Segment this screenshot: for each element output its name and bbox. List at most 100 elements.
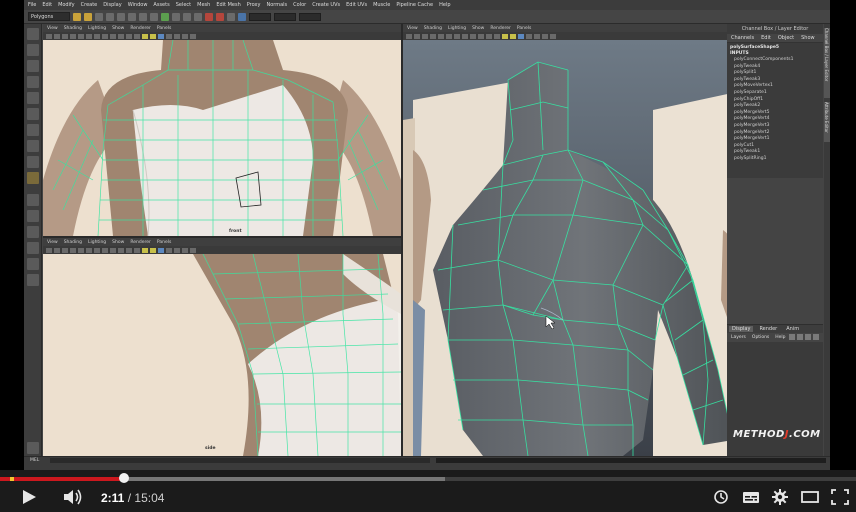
wireframe-icon[interactable] <box>494 33 500 39</box>
mask-icon[interactable] <box>150 12 158 21</box>
menu-normals[interactable]: Normals <box>266 2 287 8</box>
history-node[interactable]: polyTweak2 <box>730 103 820 110</box>
select-tool-icon[interactable] <box>27 28 39 40</box>
captions-icon[interactable] <box>742 488 760 506</box>
wireframe-on-shaded-icon[interactable] <box>510 33 516 39</box>
rotate-tool-icon[interactable] <box>27 92 39 104</box>
script-editor-icon[interactable] <box>27 442 39 454</box>
menu-edit[interactable]: Edit <box>42 2 52 8</box>
side-tab-attribute-editor[interactable]: Attribute Editor <box>824 102 830 142</box>
select-component-icon[interactable] <box>128 12 136 21</box>
menu-assets[interactable]: Assets <box>153 2 169 8</box>
isolate-icon[interactable] <box>190 247 196 253</box>
resolution-gate-icon[interactable] <box>94 247 100 253</box>
last-tool-icon[interactable] <box>27 172 39 184</box>
xray-icon[interactable] <box>182 33 188 39</box>
safe-action-icon[interactable] <box>118 33 124 39</box>
video-frame[interactable]: File Edit Modify Create Display Window A… <box>0 0 856 512</box>
field-chart-icon[interactable] <box>470 33 476 39</box>
side-viewport[interactable]: View Shading Lighting Show Renderer Pane… <box>43 238 401 456</box>
graph-layout-icon[interactable] <box>27 258 39 270</box>
settings-gear-icon[interactable] <box>771 488 789 506</box>
camera-icon[interactable] <box>46 247 52 253</box>
image-plane-icon[interactable] <box>430 33 436 39</box>
film-gate-icon[interactable] <box>86 33 92 39</box>
numeric-input[interactable] <box>249 12 271 21</box>
textured-icon[interactable] <box>158 33 164 39</box>
fullscreen-icon[interactable] <box>830 488 850 506</box>
xray-icon[interactable] <box>182 247 188 253</box>
scale-tool-icon[interactable] <box>27 108 39 120</box>
select-hierarchy-icon[interactable] <box>106 12 114 21</box>
paint-select-tool-icon[interactable] <box>27 60 39 72</box>
wireframe-on-shaded-icon[interactable] <box>150 33 156 39</box>
safe-action-icon[interactable] <box>478 33 484 39</box>
play-icon[interactable] <box>20 488 38 506</box>
menu-set-selector[interactable]: Polygons <box>28 12 70 21</box>
film-gate-icon[interactable] <box>86 247 92 253</box>
ipr-render-icon[interactable] <box>216 12 224 21</box>
cb-menu-edit[interactable]: Edit <box>761 35 771 41</box>
hypershade-layout-icon[interactable] <box>27 274 39 286</box>
wireframe-icon[interactable] <box>134 33 140 39</box>
lights-icon[interactable] <box>166 33 172 39</box>
vp-menu-shading[interactable]: Shading <box>424 26 442 31</box>
resolution-gate-icon[interactable] <box>94 33 100 39</box>
vp-menu-lighting[interactable]: Lighting <box>88 26 106 31</box>
menu-pipeline-cache[interactable]: Pipeline Cache <box>396 2 433 8</box>
move-layer-down-icon[interactable] <box>797 334 803 340</box>
textured-icon[interactable] <box>158 247 164 253</box>
layer-menu-options[interactable]: Options <box>752 335 769 340</box>
camera-attr-icon[interactable] <box>414 33 420 39</box>
safe-title-icon[interactable] <box>486 33 492 39</box>
menu-mesh[interactable]: Mesh <box>197 2 210 8</box>
vp-menu-panels[interactable]: Panels <box>517 26 531 31</box>
side-tab-channel-box[interactable]: Channel Box / Layer Editor <box>824 28 830 98</box>
select-object-icon[interactable] <box>117 12 125 21</box>
textured-icon[interactable] <box>518 33 524 39</box>
watch-later-icon[interactable] <box>713 488 729 506</box>
menu-edit-uvs[interactable]: Edit UVs <box>346 2 367 8</box>
vp-menu-lighting[interactable]: Lighting <box>448 26 466 31</box>
image-plane-icon[interactable] <box>70 33 76 39</box>
lights-icon[interactable] <box>166 247 172 253</box>
wireframe-icon[interactable] <box>134 247 140 253</box>
resolution-gate-icon[interactable] <box>454 33 460 39</box>
show-manipulator-icon[interactable] <box>27 156 39 168</box>
history-node[interactable]: polyMoveVertex1 <box>730 83 820 90</box>
history-node[interactable]: polyTweak1 <box>730 149 820 156</box>
shadows-icon[interactable] <box>174 247 180 253</box>
history-node[interactable]: polySplit1 <box>730 70 820 77</box>
menu-help[interactable]: Help <box>439 2 450 8</box>
vp-menu-show[interactable]: Show <box>112 240 124 245</box>
smooth-shade-icon[interactable] <box>142 247 148 253</box>
vp-menu-renderer[interactable]: Renderer <box>490 26 511 31</box>
smooth-shade-icon[interactable] <box>502 33 508 39</box>
render-settings-icon[interactable] <box>227 12 235 21</box>
vp-menu-panels[interactable]: Panels <box>157 240 171 245</box>
cb-menu-object[interactable]: Object <box>778 35 794 41</box>
two-view-layout-icon[interactable] <box>27 226 39 238</box>
vp-menu-shading[interactable]: Shading <box>64 26 82 31</box>
layer-menu-layers[interactable]: Layers <box>731 335 746 340</box>
volume-icon[interactable] <box>62 488 84 506</box>
history-node[interactable]: polyMergeVert1 <box>730 136 820 143</box>
field-chart-icon[interactable] <box>110 247 116 253</box>
theater-mode-icon[interactable] <box>800 488 820 506</box>
image-plane-icon[interactable] <box>70 247 76 253</box>
soft-mod-icon[interactable] <box>27 140 39 152</box>
film-gate-icon[interactable] <box>446 33 452 39</box>
perspective-viewport[interactable]: View Shading Lighting Show Renderer Pane… <box>403 24 746 456</box>
smooth-shade-icon[interactable] <box>142 33 148 39</box>
menu-select[interactable]: Select <box>176 2 191 8</box>
history-node[interactable]: polyMergeVert4 <box>730 116 820 123</box>
snap-plane-icon[interactable] <box>194 12 202 21</box>
tab-anim[interactable]: Anim <box>783 326 802 332</box>
menu-proxy[interactable]: Proxy <box>247 2 261 8</box>
universal-manipulator-icon[interactable] <box>27 124 39 136</box>
menu-display[interactable]: Display <box>103 2 121 8</box>
vp-menu-view[interactable]: View <box>407 26 418 31</box>
snap-grid-icon[interactable] <box>161 12 169 21</box>
mask-icon[interactable] <box>139 12 147 21</box>
outliner-layout-icon[interactable] <box>27 242 39 254</box>
